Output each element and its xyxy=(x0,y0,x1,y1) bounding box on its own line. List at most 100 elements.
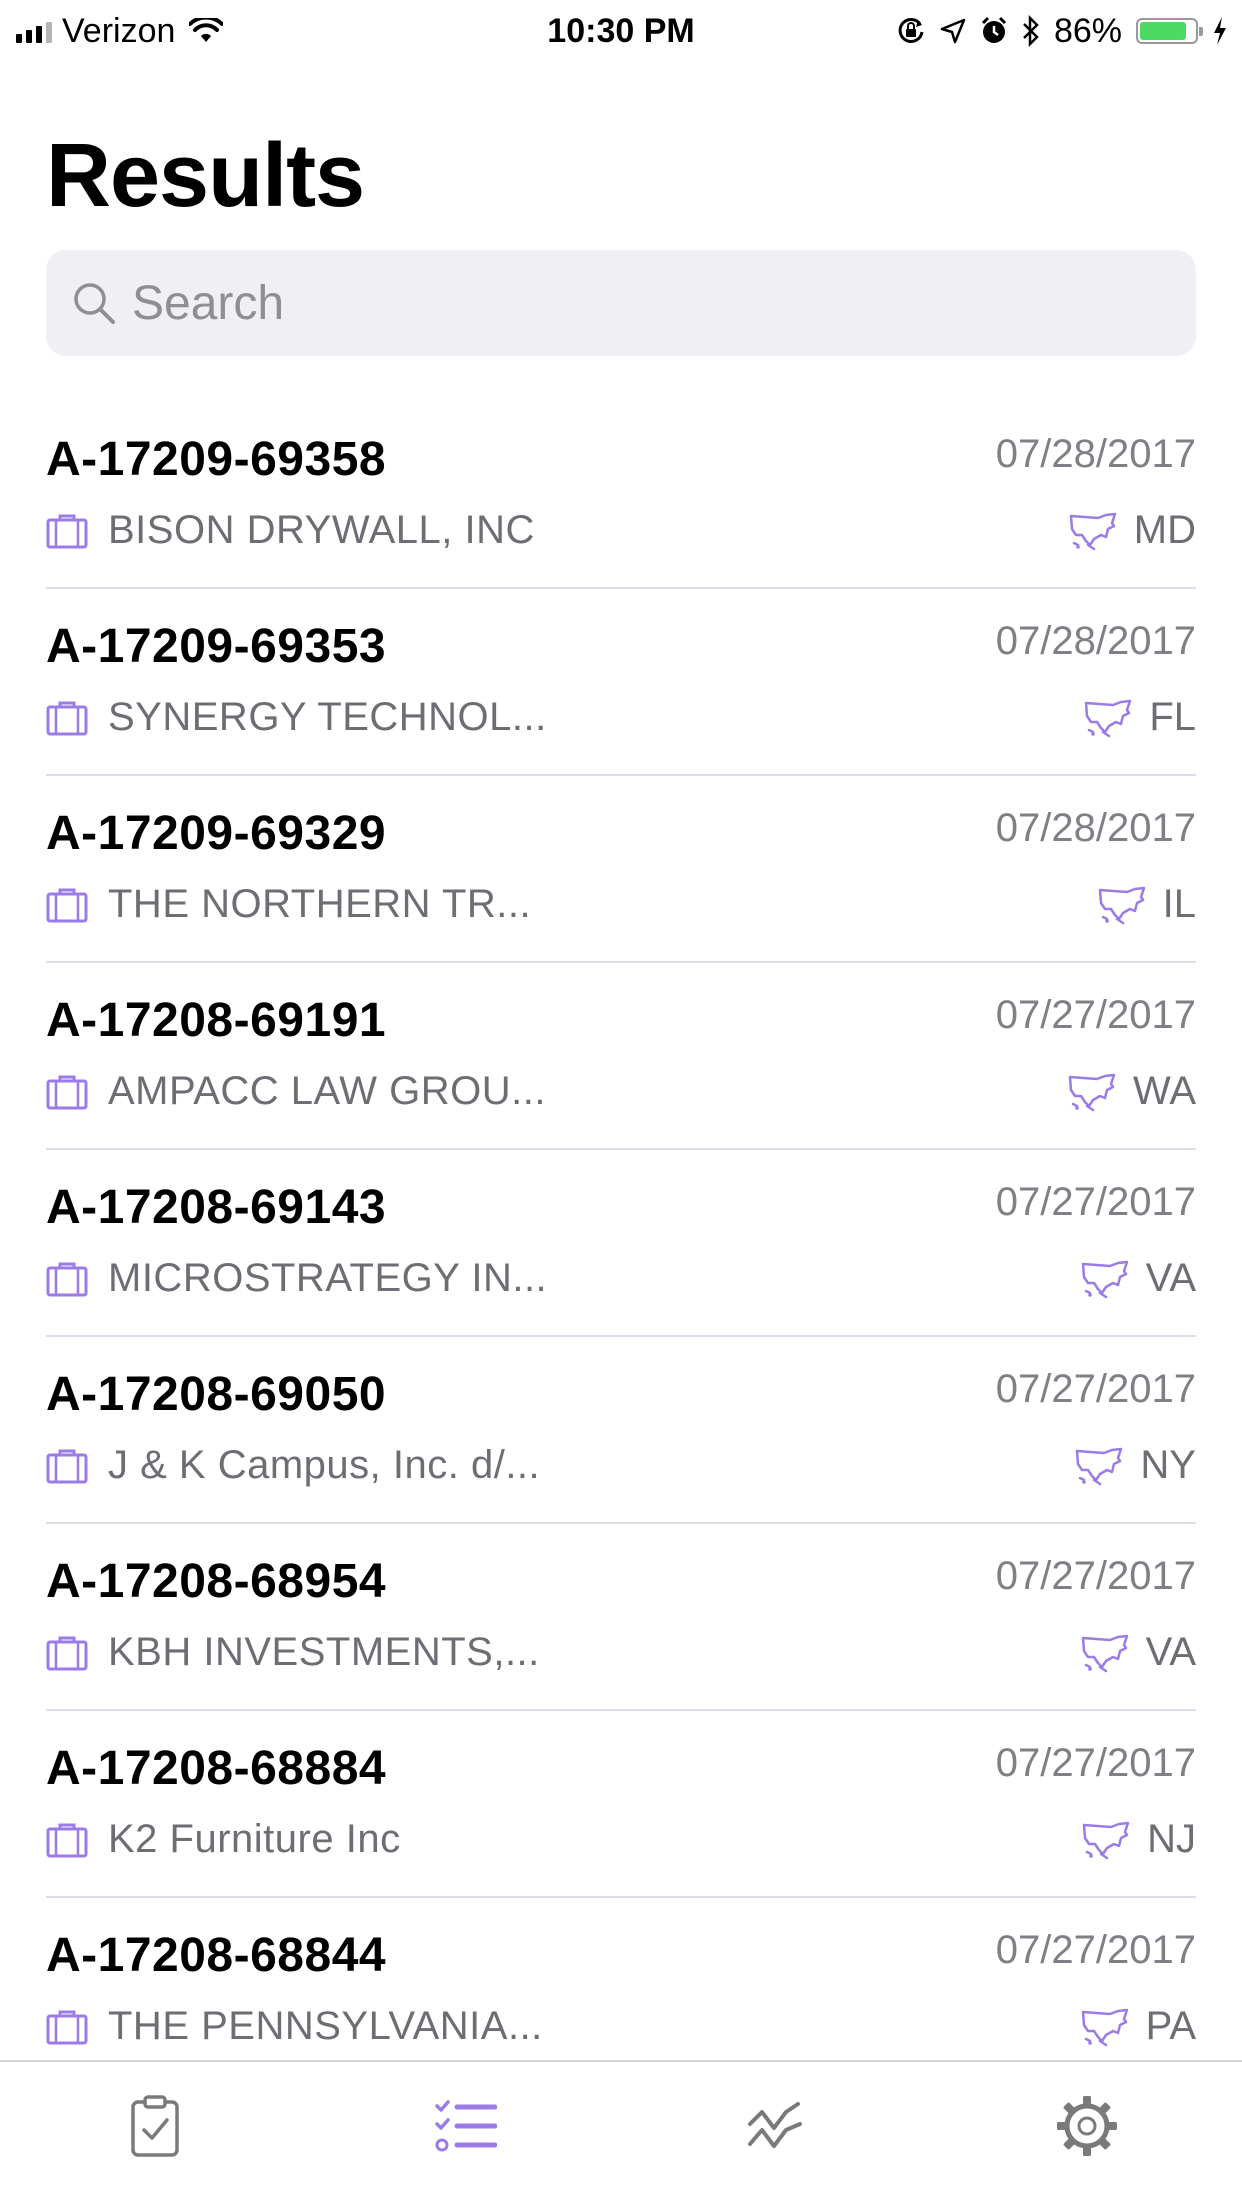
state-code: VA xyxy=(1145,1256,1196,1300)
case-id: A-17209-69358 xyxy=(46,433,387,486)
company: THE PENNSYLVANIA... xyxy=(46,2004,543,2049)
us-map-icon xyxy=(1081,1634,1128,1672)
company: MICROSTRATEGY IN... xyxy=(46,1256,547,1301)
case-date: 07/27/2017 xyxy=(995,1367,1196,1411)
case-id: A-17208-68844 xyxy=(46,1929,387,1982)
state-code: VA xyxy=(1145,1630,1196,1674)
company-name: MICROSTRATEGY IN... xyxy=(108,1256,548,1300)
company-name: THE PENNSYLVANIA... xyxy=(108,2004,543,2048)
state: NJ xyxy=(1081,1817,1196,1862)
orientation-lock-icon xyxy=(898,17,924,43)
tab-settings[interactable] xyxy=(932,2062,1242,2208)
state: VA xyxy=(1080,1256,1196,1301)
us-map-icon xyxy=(1069,512,1117,550)
case-id: A-17208-69050 xyxy=(46,1368,387,1421)
state: MD xyxy=(1068,508,1196,553)
result-row[interactable]: A-17208-68954 07/27/2017 KBH INVESTMENTS… xyxy=(46,1524,1196,1711)
result-row[interactable]: A-17208-68844 07/27/2017 THE PENNSYLVANI… xyxy=(46,1898,1196,2057)
search-icon xyxy=(74,283,115,324)
clipboard-check-icon xyxy=(131,2095,179,2157)
case-date: 07/27/2017 xyxy=(995,993,1196,1037)
trend-chart-icon xyxy=(748,2102,803,2148)
briefcase-icon xyxy=(46,1262,88,1296)
state: VA xyxy=(1080,1630,1196,1675)
state: WA xyxy=(1067,1069,1196,1114)
tab-trends[interactable] xyxy=(621,2062,932,2208)
case-id: A-17209-69353 xyxy=(46,620,387,673)
battery-icon xyxy=(1136,18,1203,44)
result-row[interactable]: A-17208-68884 07/27/2017 K2 Furniture In… xyxy=(46,1711,1196,1898)
status-right: 86% xyxy=(896,10,1228,52)
company: THE NORTHERN TR... xyxy=(46,882,531,927)
battery-percent: 86% xyxy=(1053,11,1122,50)
company-name: SYNERGY TECHNOL... xyxy=(108,695,547,739)
case-date: 07/28/2017 xyxy=(995,619,1196,663)
state: FL xyxy=(1083,695,1196,740)
state-code: FL xyxy=(1149,695,1196,739)
case-date: 07/27/2017 xyxy=(995,1741,1196,1785)
us-map-icon xyxy=(1081,1260,1128,1298)
company-name: K2 Furniture Inc xyxy=(108,1817,401,1861)
tab-results[interactable] xyxy=(311,2062,622,2208)
case-date: 07/28/2017 xyxy=(995,432,1196,476)
company-name: J & K Campus, Inc. d/... xyxy=(108,1443,541,1487)
state: IL xyxy=(1097,882,1196,927)
briefcase-icon xyxy=(46,514,88,548)
case-date: 07/27/2017 xyxy=(995,1554,1196,1598)
state-code: WA xyxy=(1133,1069,1196,1113)
result-row[interactable]: A-17208-69143 07/27/2017 MICROSTRATEGY I… xyxy=(46,1150,1196,1337)
status-bar: Verizon 10:30 PM 86% xyxy=(0,0,1242,62)
result-row[interactable]: A-17209-69353 07/28/2017 SYNERGY TECHNOL… xyxy=(46,589,1196,776)
state-code: MD xyxy=(1133,508,1196,552)
result-row[interactable]: A-17209-69358 07/28/2017 BISON DRYWALL, … xyxy=(46,402,1196,589)
location-icon xyxy=(940,18,966,44)
bluetooth-icon xyxy=(1023,15,1039,47)
state-code: NY xyxy=(1140,1443,1196,1487)
company: AMPACC LAW GROU... xyxy=(46,1069,546,1114)
result-row[interactable]: A-17208-69191 07/27/2017 AMPACC LAW GROU… xyxy=(46,963,1196,1150)
us-map-icon xyxy=(1068,1073,1116,1111)
company: K2 Furniture Inc xyxy=(46,1817,401,1862)
briefcase-icon xyxy=(46,1075,88,1109)
us-map-icon xyxy=(1081,2008,1128,2046)
case-date: 07/28/2017 xyxy=(995,806,1196,850)
case-date: 07/27/2017 xyxy=(995,1180,1196,1224)
state-code: PA xyxy=(1145,2004,1196,2048)
result-list[interactable]: A-17209-69358 07/28/2017 BISON DRYWALL, … xyxy=(0,402,1242,2057)
briefcase-icon xyxy=(46,1636,88,1670)
briefcase-icon xyxy=(46,701,88,735)
company-name: THE NORTHERN TR... xyxy=(108,882,532,926)
briefcase-icon xyxy=(46,888,88,922)
state-code: NJ xyxy=(1147,1817,1196,1861)
company-name: BISON DRYWALL, INC xyxy=(108,508,535,552)
result-row[interactable]: A-17209-69329 07/28/2017 THE NORTHERN TR… xyxy=(46,776,1196,963)
tab-checklist[interactable] xyxy=(0,2062,311,2208)
company: BISON DRYWALL, INC xyxy=(46,508,535,553)
us-map-icon xyxy=(1098,886,1145,924)
company-name: AMPACC LAW GROU... xyxy=(108,1069,546,1113)
case-id: A-17208-68954 xyxy=(46,1555,387,1608)
alarm-icon xyxy=(981,16,1006,43)
company-name: KBH INVESTMENTS,... xyxy=(108,1630,540,1674)
company: KBH INVESTMENTS,... xyxy=(46,1630,540,1675)
company: J & K Campus, Inc. d/... xyxy=(46,1443,540,1488)
case-date: 07/27/2017 xyxy=(995,1928,1196,1972)
case-id: A-17208-69143 xyxy=(46,1181,387,1234)
state: PA xyxy=(1080,2004,1196,2049)
state: NY xyxy=(1074,1443,1196,1488)
briefcase-icon xyxy=(46,1449,88,1483)
page-title: Results xyxy=(46,126,365,226)
charging-icon xyxy=(1214,17,1226,45)
us-map-icon xyxy=(1085,699,1132,737)
us-map-icon xyxy=(1076,1447,1123,1485)
case-id: A-17209-69329 xyxy=(46,807,387,860)
search-bar[interactable] xyxy=(46,250,1196,356)
result-row[interactable]: A-17208-69050 07/27/2017 J & K Campus, I… xyxy=(46,1337,1196,1524)
company: SYNERGY TECHNOL... xyxy=(46,695,547,740)
briefcase-icon xyxy=(46,2010,88,2044)
case-id: A-17208-68884 xyxy=(46,1742,387,1795)
search-input[interactable] xyxy=(130,274,1134,332)
list-icon xyxy=(435,2100,497,2152)
us-map-icon xyxy=(1082,1821,1130,1859)
state-code: IL xyxy=(1162,882,1196,926)
